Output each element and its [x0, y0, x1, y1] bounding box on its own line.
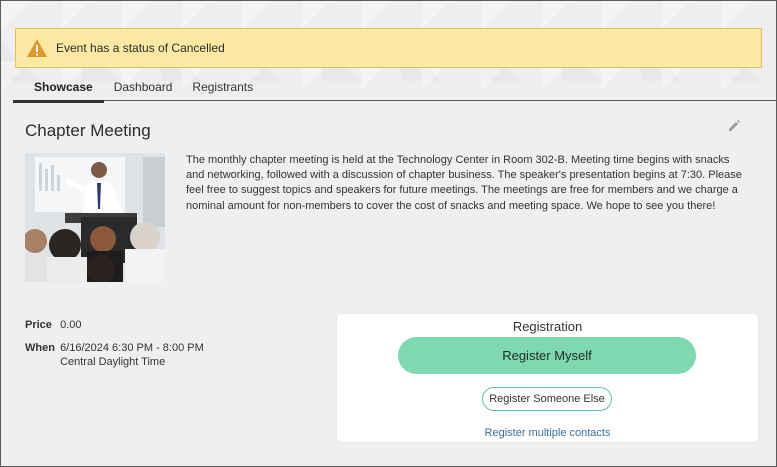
event-page: Event has a status of Cancelled Showcase…	[0, 0, 777, 467]
pencil-icon[interactable]	[727, 119, 741, 133]
price-label: Price	[25, 319, 52, 331]
when-timezone: Central Daylight Time	[60, 356, 166, 368]
tab-registrants[interactable]: Registrants	[182, 76, 263, 100]
register-myself-button[interactable]: Register Myself	[398, 337, 696, 374]
when-row: When 6/16/2024 6:30 PM - 8:00 PM Central…	[25, 342, 204, 368]
registration-title: Registration	[512, 319, 583, 334]
register-multiple-link[interactable]: Register multiple contacts	[337, 427, 758, 439]
event-description: The monthly chapter meeting is held at t…	[186, 154, 742, 212]
tab-showcase[interactable]: Showcase	[13, 76, 104, 103]
when-date: 6/16/2024 6:30 PM - 8:00 PM	[60, 342, 204, 354]
registration-card: Registration Register Myself Register So…	[337, 314, 758, 442]
price-value: 0.00	[60, 319, 82, 331]
event-title: Chapter Meeting	[25, 121, 151, 140]
alert-text: Event has a status of Cancelled	[56, 41, 225, 55]
when-value-block: 6/16/2024 6:30 PM - 8:00 PM Central Dayl…	[60, 342, 204, 368]
when-label: When	[25, 342, 55, 354]
warning-icon	[27, 39, 47, 57]
register-someone-else-button[interactable]: Register Someone Else	[482, 387, 612, 411]
tab-bar: Showcase Dashboard Registrants	[13, 76, 776, 103]
status-alert: Event has a status of Cancelled	[15, 28, 762, 68]
price-row: Price 0.00	[25, 319, 81, 331]
tab-dashboard[interactable]: Dashboard	[104, 76, 183, 100]
presenter-photo	[25, 153, 165, 282]
